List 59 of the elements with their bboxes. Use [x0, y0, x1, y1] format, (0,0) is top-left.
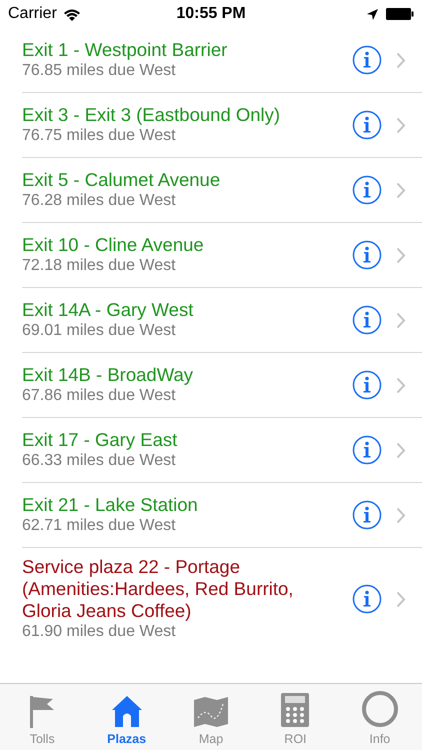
- house-icon: [110, 694, 144, 728]
- info-icon[interactable]: [352, 500, 382, 530]
- map-icon: [193, 696, 230, 728]
- row-distance: 76.75 miles due West: [22, 126, 177, 146]
- row-distance: 67.86 miles due West: [22, 386, 177, 406]
- chevron-icon: [396, 590, 406, 608]
- list-row[interactable]: Exit 17 - Gary East 66.33 miles due West: [0, 418, 422, 482]
- info-icon[interactable]: [352, 370, 382, 400]
- list-row[interactable]: Exit 1 - Westpoint Barrier 76.85 miles due West: [0, 28, 422, 92]
- status-time: 10:55 PM: [176, 5, 246, 23]
- row-title: Exit 14B - BroadWay: [22, 364, 194, 386]
- chevron-icon: [396, 116, 406, 134]
- tab-bar-item[interactable]: Tolls: [0, 684, 84, 750]
- list-row[interactable]: Exit 14B - BroadWay 67.86 miles due West: [0, 353, 422, 417]
- list-row[interactable]: Service plaza 22 - Portage (Amenities:Hardees, Red Burrito, Gloria Jeans Coffee) 61.90 miles due West: [0, 548, 422, 650]
- row-distance: 76.85 miles due West: [22, 61, 177, 81]
- tab-bar-item[interactable]: Info: [338, 684, 422, 750]
- info-icon[interactable]: [352, 305, 382, 335]
- row-title: Exit 1 - Westpoint Barrier: [22, 39, 228, 61]
- calculator-icon: [280, 692, 310, 728]
- location-arrow-icon: [367, 8, 378, 20]
- info-icon[interactable]: [352, 110, 382, 140]
- row-title: Exit 14A - Gary West: [22, 299, 194, 321]
- row-distance: 61.90 miles due West: [22, 622, 177, 642]
- battery-icon: [386, 8, 414, 20]
- row-title: Exit 21 - Lake Station: [22, 494, 199, 516]
- list-row[interactable]: Exit 14A - Gary West 69.01 miles due West: [0, 288, 422, 352]
- row-distance: 69.01 miles due West: [22, 321, 177, 341]
- tab-bar-item[interactable]: ROI: [253, 684, 338, 750]
- list-row[interactable]: Exit 10 - Cline Avenue 72.18 miles due West: [0, 223, 422, 287]
- row-title: Exit 10 - Cline Avenue: [22, 234, 205, 256]
- info-icon[interactable]: [352, 584, 382, 614]
- info-icon[interactable]: [352, 435, 382, 465]
- row-distance: 76.28 miles due West: [22, 191, 177, 211]
- tab-bar-item[interactable]: Map: [168, 684, 254, 750]
- circle-icon: [360, 690, 399, 728]
- list-row[interactable]: Exit 3 - Exit 3 (Eastbound Only) 76.75 miles due West: [0, 93, 422, 157]
- chevron-icon: [396, 312, 406, 328]
- wifi-icon: [62, 8, 81, 20]
- row-distance: 62.71 miles due West: [22, 516, 177, 536]
- chevron-icon: [396, 376, 406, 394]
- row-title: Service plaza 22 - Portage (Amenities:Hardees, Red Burrito, Gloria Jeans Coffee): [22, 556, 294, 622]
- chevron-icon: [396, 246, 406, 264]
- info-icon[interactable]: [352, 240, 382, 270]
- chevron-icon: [396, 506, 406, 524]
- carrier-name: Carrier: [8, 5, 57, 23]
- chevron-icon: [396, 182, 406, 198]
- row-distance: 66.33 miles due West: [22, 451, 177, 471]
- list-row[interactable]: Exit 5 - Calumet Avenue 76.28 miles due West: [0, 158, 422, 222]
- row-title: Exit 17 - Gary East: [22, 429, 178, 451]
- list-row[interactable]: Exit 21 - Lake Station 62.71 miles due West: [0, 483, 422, 547]
- tab-bar-item[interactable]: Plazas: [84, 684, 169, 750]
- info-icon[interactable]: [352, 45, 382, 75]
- row-title: Exit 3 - Exit 3 (Eastbound Only): [22, 104, 282, 126]
- chevron-icon: [396, 442, 406, 458]
- chevron-icon: [396, 52, 406, 68]
- row-distance: 72.18 miles due West: [22, 256, 177, 276]
- info-icon[interactable]: [352, 175, 382, 205]
- row-title: Exit 5 - Calumet Avenue: [22, 169, 222, 191]
